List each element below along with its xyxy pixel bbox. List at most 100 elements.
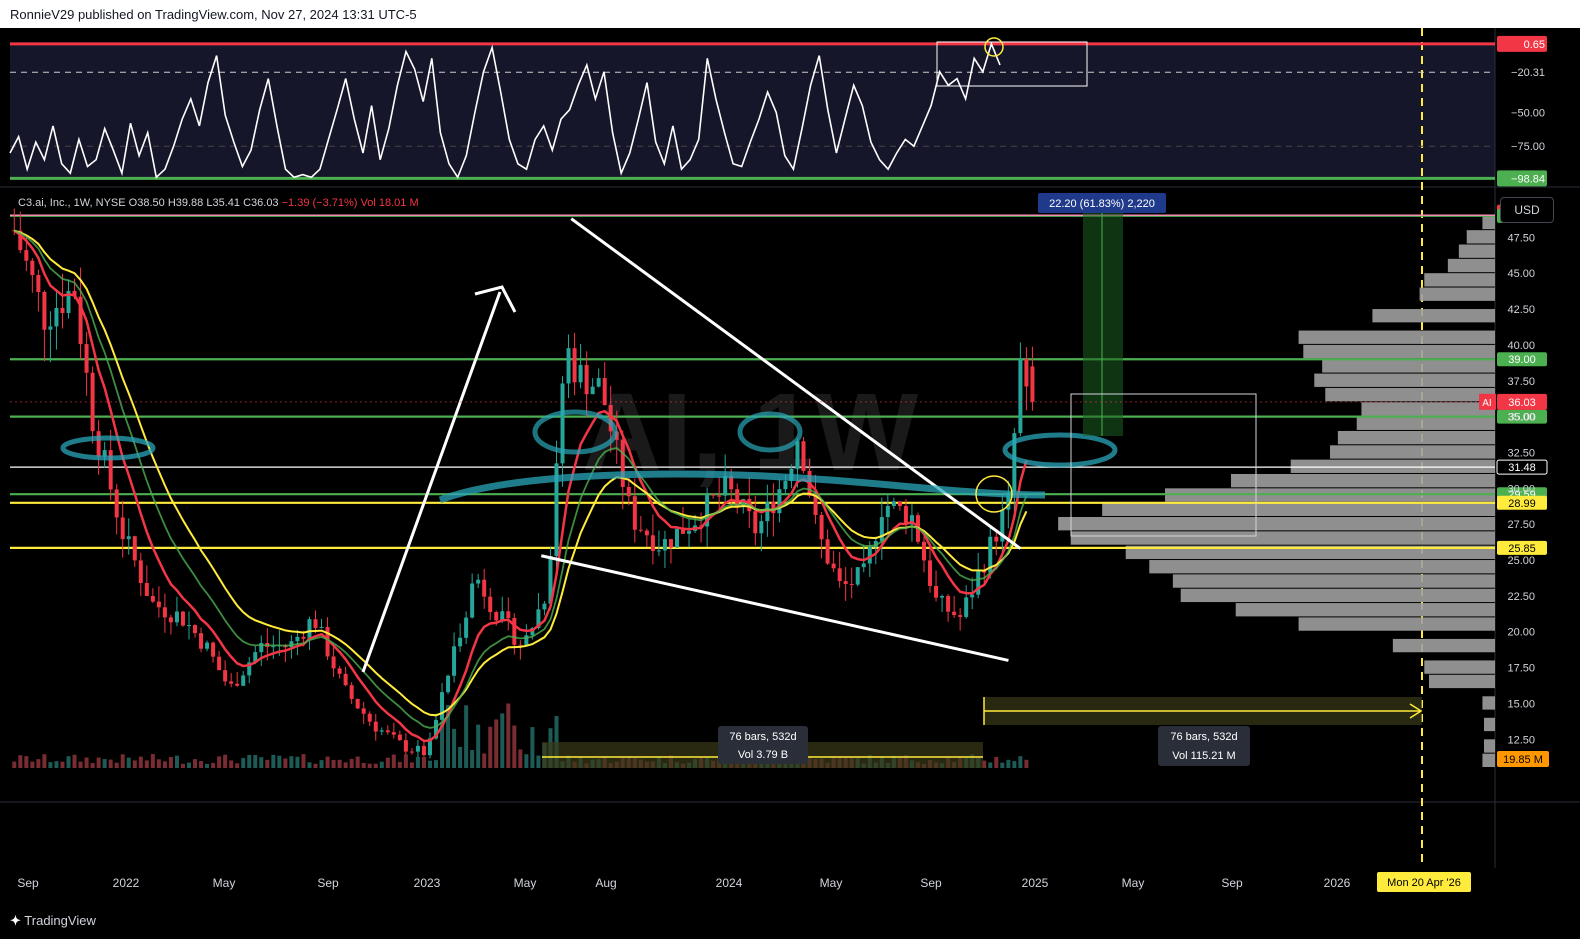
- time-axis-label: May: [820, 876, 843, 890]
- legend-change: −1.39 (−3.71%): [281, 197, 358, 209]
- volume-profile-bar: [1298, 330, 1495, 344]
- volume-profile-bar: [1447, 258, 1495, 273]
- volume-bar: [199, 761, 204, 768]
- volume-profile-bar: [1298, 617, 1495, 631]
- candle-body: [668, 539, 673, 548]
- volume-bar: [108, 759, 113, 768]
- volume-profile-bar: [1070, 531, 1495, 545]
- volume-bar: [494, 719, 499, 768]
- candle-body: [120, 517, 125, 540]
- candle-body: [1024, 358, 1029, 387]
- volume-profile-bar: [1303, 344, 1495, 359]
- candle-body: [385, 730, 390, 733]
- volume-bar: [1000, 762, 1005, 768]
- volume-bar: [500, 713, 505, 768]
- candle-body: [512, 618, 517, 645]
- candle-body: [397, 734, 402, 741]
- candle-body: [650, 535, 655, 552]
- volume-bar: [289, 756, 294, 768]
- time-axis-label: Sep: [317, 876, 339, 890]
- candle-body: [174, 611, 179, 623]
- candle-body: [952, 611, 957, 616]
- candle-body: [542, 603, 547, 610]
- candle-body: [970, 594, 975, 598]
- publish-info: RonnieV29 published on TradingView.com, …: [10, 7, 417, 22]
- volume-bar: [90, 763, 95, 768]
- time-axis-label: Sep: [17, 876, 39, 890]
- volume-bar: [96, 757, 101, 768]
- candle-body: [180, 611, 185, 626]
- candle-body: [626, 486, 631, 497]
- candle-body: [819, 514, 824, 540]
- volume-profile-bar: [1290, 459, 1495, 473]
- candle-body: [319, 627, 324, 629]
- candle-body: [777, 489, 782, 514]
- volume-profile-bar: [1337, 430, 1495, 445]
- footer-bar: ✦ TradingView: [0, 903, 1580, 939]
- volume-bar: [403, 754, 408, 768]
- currency-button[interactable]: USD: [1500, 197, 1554, 223]
- candle-body: [331, 656, 336, 669]
- volume-bar: [458, 746, 463, 768]
- volume-profile-bar: [1429, 674, 1495, 689]
- candle-body: [837, 568, 842, 582]
- candle-body: [921, 541, 926, 561]
- candle-body: [241, 675, 246, 686]
- legend-open: O38.50: [128, 197, 165, 209]
- volume-bar: [337, 759, 342, 768]
- candle-body: [596, 378, 601, 387]
- volume-bar: [150, 754, 155, 768]
- time-axis-label: 2026: [1324, 876, 1351, 890]
- volume-bar: [427, 760, 432, 768]
- volume-bar: [482, 753, 487, 768]
- candle-body: [30, 260, 35, 276]
- volume-bar: [18, 755, 23, 768]
- candle-body: [717, 495, 722, 497]
- candle-body: [337, 668, 342, 674]
- volume-profile-bar: [1419, 287, 1495, 301]
- volume-bar: [271, 754, 276, 768]
- measure-label: 22.20 (61.83%) 2,220: [1049, 198, 1155, 210]
- volume-bar: [78, 761, 83, 768]
- candle-body: [861, 563, 866, 568]
- candle-body: [199, 633, 204, 649]
- candle-body: [409, 751, 414, 753]
- oscillator-level-label: −50.00: [1511, 107, 1545, 119]
- candle-body: [849, 584, 854, 586]
- volume-profile-bar: [1392, 638, 1495, 653]
- candle-body: [343, 673, 348, 686]
- volume-bar: [373, 763, 378, 768]
- volume-bar: [186, 762, 191, 768]
- candle-body: [891, 501, 896, 506]
- volume-bar: [536, 755, 541, 768]
- candle-body: [855, 567, 860, 585]
- candle-body: [156, 601, 161, 608]
- symbol-legend: C3.ai, Inc., 1W, NYSE: [18, 197, 126, 209]
- candle-body: [674, 528, 679, 548]
- volume-bar: [265, 759, 270, 768]
- volume-bar: [530, 727, 535, 768]
- price-tick-label: 17.50: [1507, 663, 1535, 675]
- time-axis-label: 2022: [113, 876, 140, 890]
- time-axis-label: Aug: [595, 876, 616, 890]
- last-candle-body: [1030, 366, 1035, 402]
- volume-bar: [409, 762, 414, 768]
- volume-bar: [54, 761, 59, 768]
- volume-bar: [1006, 759, 1011, 768]
- chart-canvas[interactable]: 0.65−20.31−50.00−75.00−98.84AI, 1W49.084…: [0, 28, 1580, 903]
- candle-body: [126, 536, 131, 540]
- candle-body: [934, 585, 939, 598]
- volume-bar: [174, 755, 179, 768]
- volume-profile-bar: [1361, 402, 1495, 416]
- volume-bar: [464, 705, 469, 768]
- volume-profile-bar: [1231, 473, 1495, 488]
- candle-body: [313, 619, 318, 628]
- volume-bar: [126, 757, 131, 768]
- legend-volume: Vol 18.01 M: [360, 197, 419, 209]
- volume-bar: [211, 762, 216, 768]
- candle-body: [825, 539, 830, 564]
- candle-body: [656, 550, 661, 552]
- candle-body: [84, 344, 89, 373]
- candle-body: [168, 617, 173, 623]
- price-tick-label: 30.00: [1507, 483, 1535, 495]
